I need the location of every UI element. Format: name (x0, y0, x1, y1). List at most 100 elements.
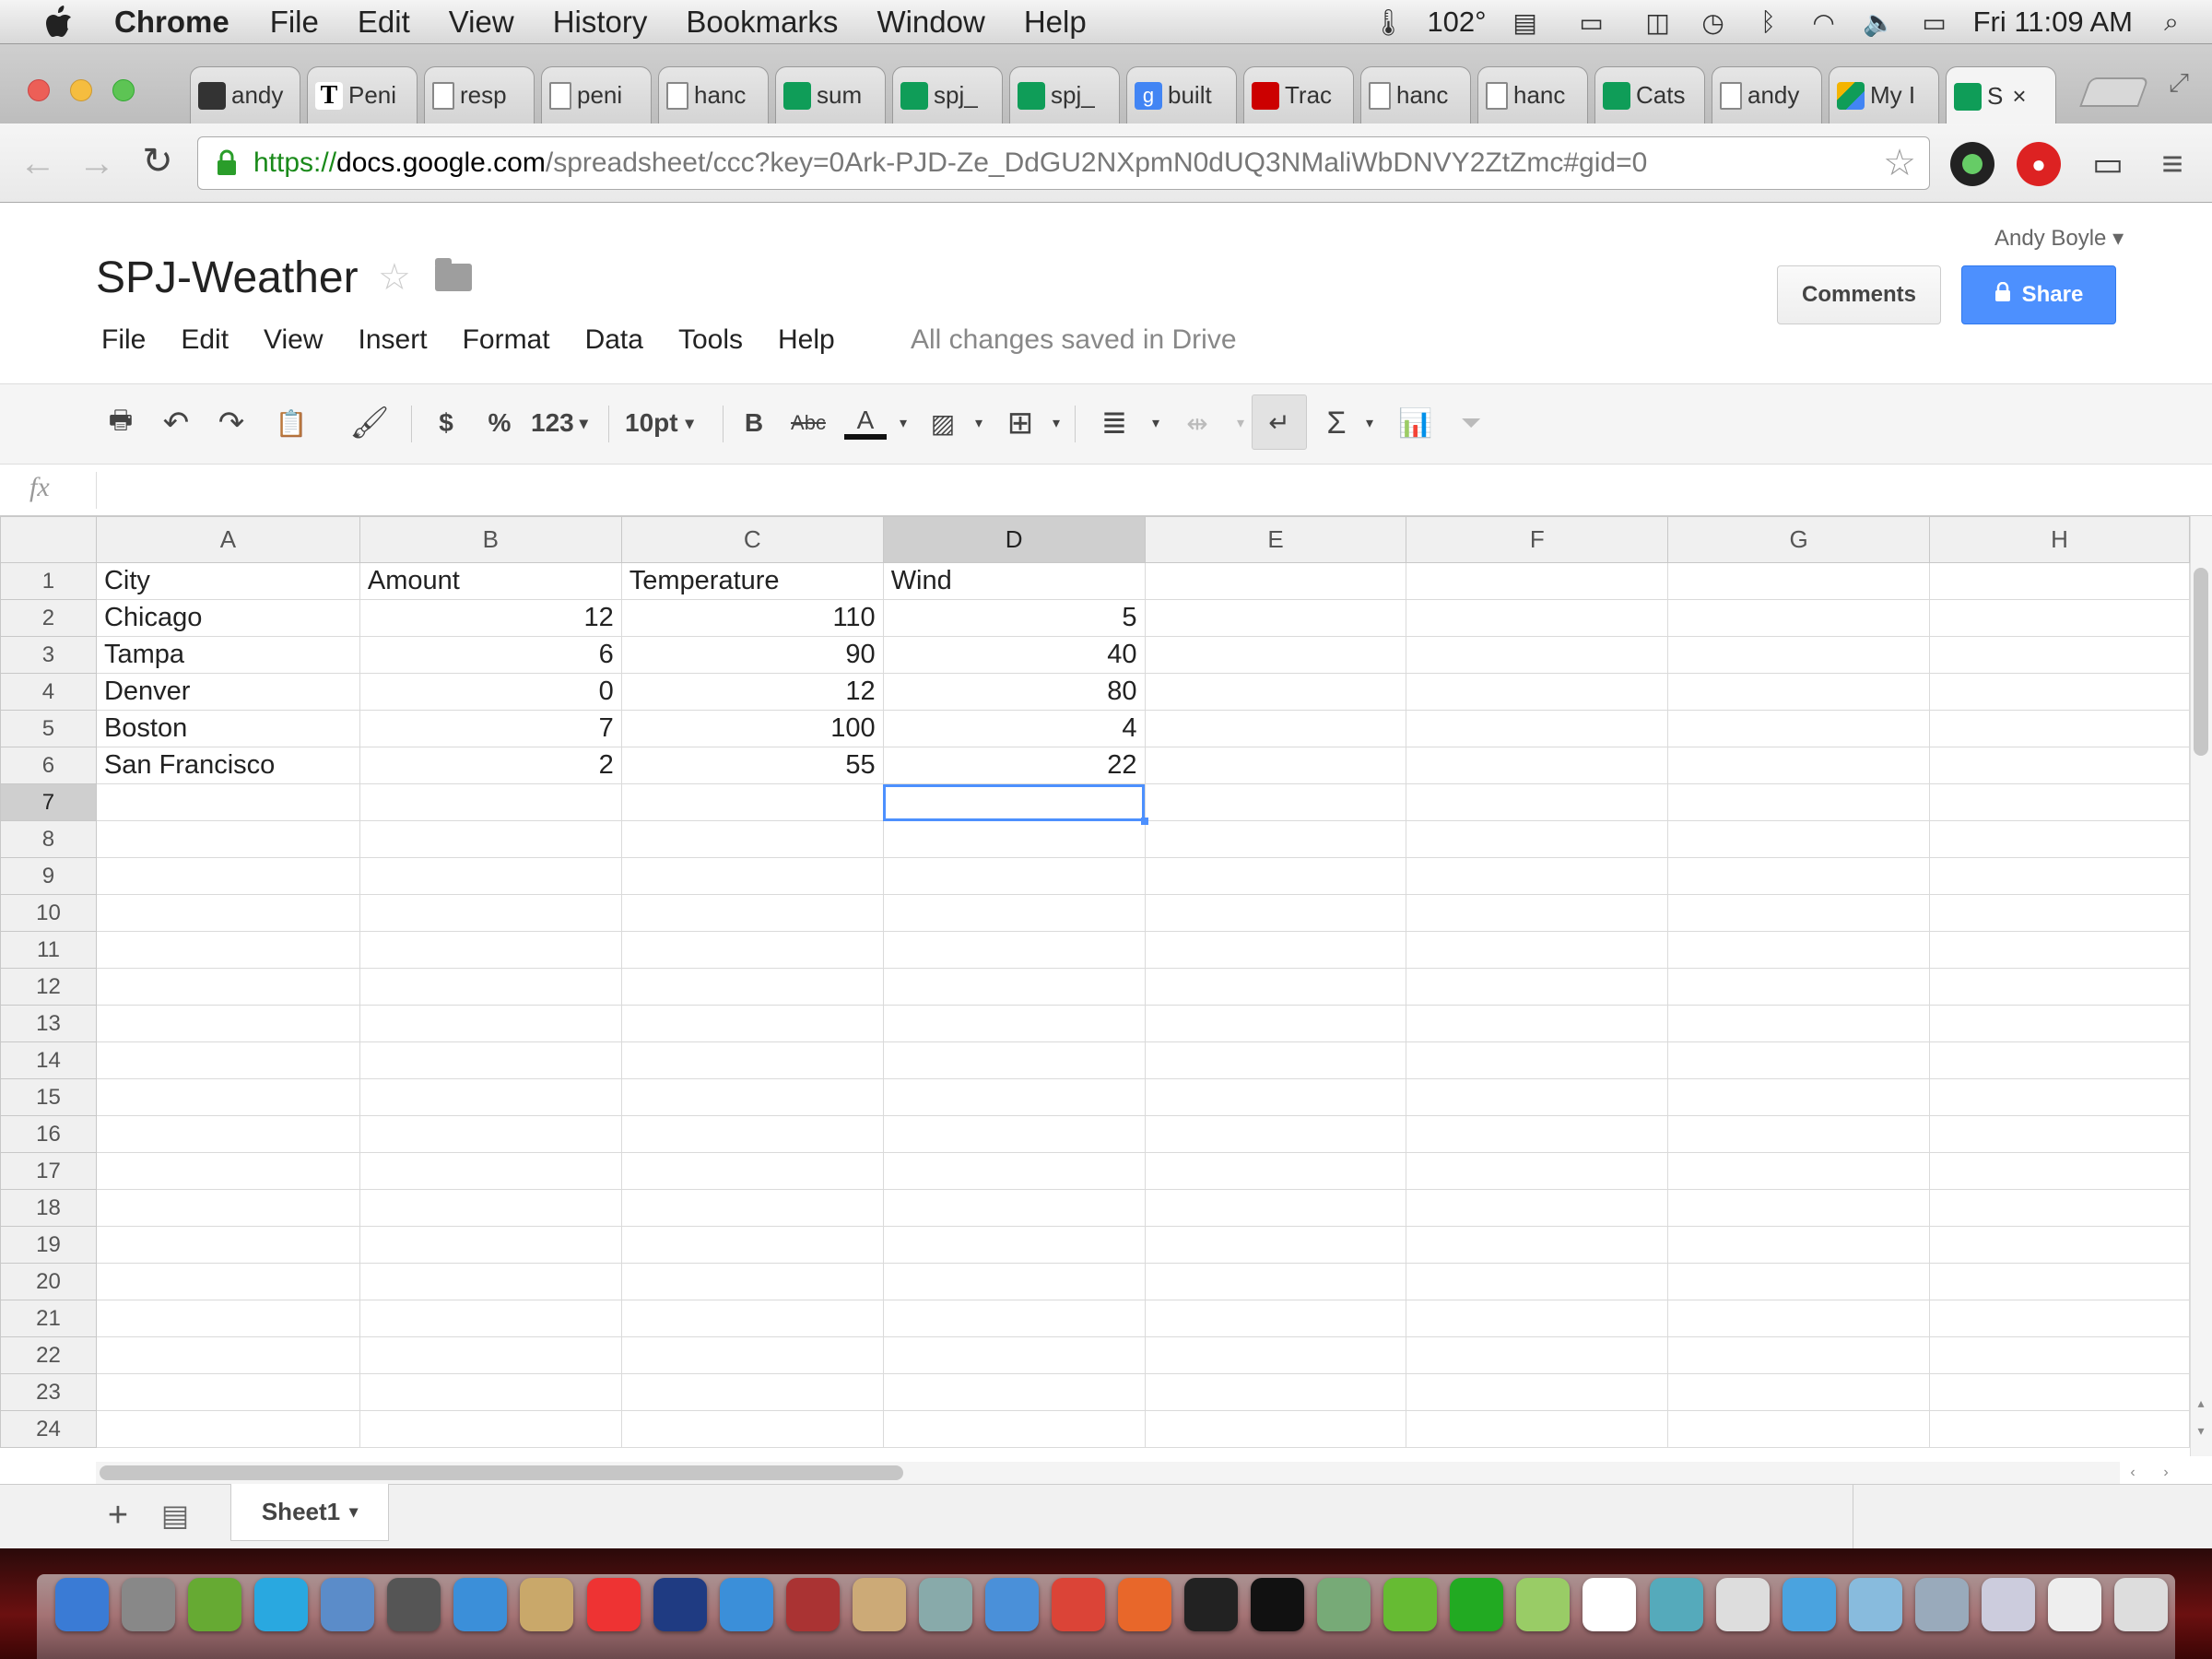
vertical-scrollbar-thumb[interactable] (2194, 568, 2208, 756)
align-icon[interactable]: ≣ (1093, 402, 1135, 444)
document-title[interactable]: SPJ-Weather (96, 253, 359, 303)
new-tab-button[interactable] (2079, 77, 2149, 107)
column-header-a[interactable]: A (95, 516, 360, 563)
cell-g4[interactable] (1667, 673, 1931, 711)
cell-d15[interactable] (882, 1078, 1146, 1116)
cell-d23[interactable] (882, 1373, 1146, 1411)
github-dock-icon[interactable] (1583, 1578, 1636, 1631)
cell-a16[interactable] (95, 1115, 360, 1153)
cell-a24[interactable] (95, 1410, 360, 1448)
cell-h4[interactable] (1929, 673, 2190, 711)
cell-f13[interactable] (1406, 1005, 1669, 1042)
window-minimize-button[interactable] (70, 79, 92, 101)
cell-b17[interactable] (359, 1152, 622, 1190)
battery-icon[interactable]: ▭ (1918, 8, 1951, 37)
cell-e6[interactable] (1144, 747, 1407, 784)
cell-a3[interactable]: Tampa (95, 636, 360, 674)
cell-a1[interactable]: City (95, 562, 360, 600)
cell-e7[interactable] (1144, 783, 1407, 821)
cell-b15[interactable] (359, 1078, 622, 1116)
cell-d14[interactable] (882, 1041, 1146, 1079)
cell-h5[interactable] (1929, 710, 2190, 747)
cell-d19[interactable] (882, 1226, 1146, 1264)
browser-tab[interactable]: hanc (1360, 66, 1471, 124)
cell-b5[interactable]: 7 (359, 710, 622, 747)
cell-b8[interactable] (359, 820, 622, 858)
cell-h17[interactable] (1929, 1152, 2190, 1190)
cell-c10[interactable] (620, 894, 884, 932)
cell-h10[interactable] (1929, 894, 2190, 932)
row-header[interactable]: 12 (0, 968, 97, 1006)
borders-icon[interactable]: ⊞ (999, 402, 1041, 444)
cell-e9[interactable] (1144, 857, 1407, 895)
row-header[interactable]: 8 (0, 820, 97, 858)
browser-tab[interactable]: hanc (658, 66, 769, 124)
functions-button[interactable]: Σ (1318, 402, 1355, 444)
downloads-dock-icon[interactable] (1982, 1578, 2035, 1631)
cell-a6[interactable]: San Francisco (95, 747, 360, 784)
cell-b14[interactable] (359, 1041, 622, 1079)
cell-d2[interactable]: 5 (882, 599, 1146, 637)
row-header[interactable]: 20 (0, 1263, 97, 1300)
cell-b22[interactable] (359, 1336, 622, 1374)
cell-a12[interactable] (95, 968, 360, 1006)
cell-g19[interactable] (1667, 1226, 1931, 1264)
docs-menu-edit[interactable]: Edit (181, 324, 229, 356)
finder-folder-dock-icon[interactable] (1849, 1578, 1902, 1631)
cell-g24[interactable] (1667, 1410, 1931, 1448)
docs-menu-file[interactable]: File (101, 324, 146, 356)
cell-f18[interactable] (1406, 1189, 1669, 1227)
notes-dock-icon[interactable] (520, 1578, 573, 1631)
cell-d5[interactable]: 4 (882, 710, 1146, 747)
preview-dock-icon[interactable] (321, 1578, 374, 1631)
row-header[interactable]: 5 (0, 710, 97, 747)
fullscreen-icon[interactable]: ⤢ (2162, 66, 2195, 100)
cell-f10[interactable] (1406, 894, 1669, 932)
scroll-down-icon[interactable]: ▾ (2194, 1419, 2208, 1441)
cell-f6[interactable] (1406, 747, 1669, 784)
insert-chart-icon[interactable]: 📊 (1392, 402, 1440, 444)
cell-b23[interactable] (359, 1373, 622, 1411)
cell-h6[interactable] (1929, 747, 2190, 784)
cell-c19[interactable] (620, 1226, 884, 1264)
docs-menu-insert[interactable]: Insert (359, 324, 428, 356)
fill-color-icon[interactable]: ▨ (922, 402, 964, 444)
cell-f14[interactable] (1406, 1041, 1669, 1079)
chevron-down-icon[interactable]: ▾ (1362, 402, 1377, 444)
currency-format-button[interactable]: $ (429, 402, 463, 444)
cell-b2[interactable]: 12 (359, 599, 622, 637)
undo-icon[interactable]: ↶ (155, 402, 197, 444)
cell-e2[interactable] (1144, 599, 1407, 637)
column-header-b[interactable]: B (359, 516, 622, 563)
cell-c5[interactable]: 100 (620, 710, 884, 747)
row-header[interactable]: 10 (0, 894, 97, 932)
cell-c22[interactable] (620, 1336, 884, 1374)
cell-f7[interactable] (1406, 783, 1669, 821)
cell-g10[interactable] (1667, 894, 1931, 932)
browser-tab[interactable]: spj_ (1009, 66, 1120, 124)
cell-d10[interactable] (882, 894, 1146, 932)
cell-f23[interactable] (1406, 1373, 1669, 1411)
calendar-dock-icon[interactable] (587, 1578, 641, 1631)
chrome-menu-icon[interactable]: ≡ (2151, 142, 2194, 186)
scroll-up-icon[interactable]: ▴ (2194, 1392, 2208, 1414)
cell-g7[interactable] (1667, 783, 1931, 821)
cell-d1[interactable]: Wind (882, 562, 1146, 600)
cell-h11[interactable] (1929, 931, 2190, 969)
cell-e21[interactable] (1144, 1300, 1407, 1337)
cell-b12[interactable] (359, 968, 622, 1006)
cell-d24[interactable] (882, 1410, 1146, 1448)
row-header[interactable]: 6 (0, 747, 97, 784)
clipboard-icon[interactable]: 📋 (265, 402, 317, 444)
select-all-corner[interactable] (0, 516, 97, 563)
cell-b21[interactable] (359, 1300, 622, 1337)
docs-menu-format[interactable]: Format (463, 324, 550, 356)
cell-h21[interactable] (1929, 1300, 2190, 1337)
share-button[interactable]: Share (1961, 265, 2116, 324)
cell-c2[interactable]: 110 (620, 599, 884, 637)
cell-e23[interactable] (1144, 1373, 1407, 1411)
automator-dock-icon[interactable] (188, 1578, 241, 1631)
cell-d20[interactable] (882, 1263, 1146, 1300)
row-header[interactable]: 18 (0, 1189, 97, 1227)
docs-menu-tools[interactable]: Tools (678, 324, 743, 356)
